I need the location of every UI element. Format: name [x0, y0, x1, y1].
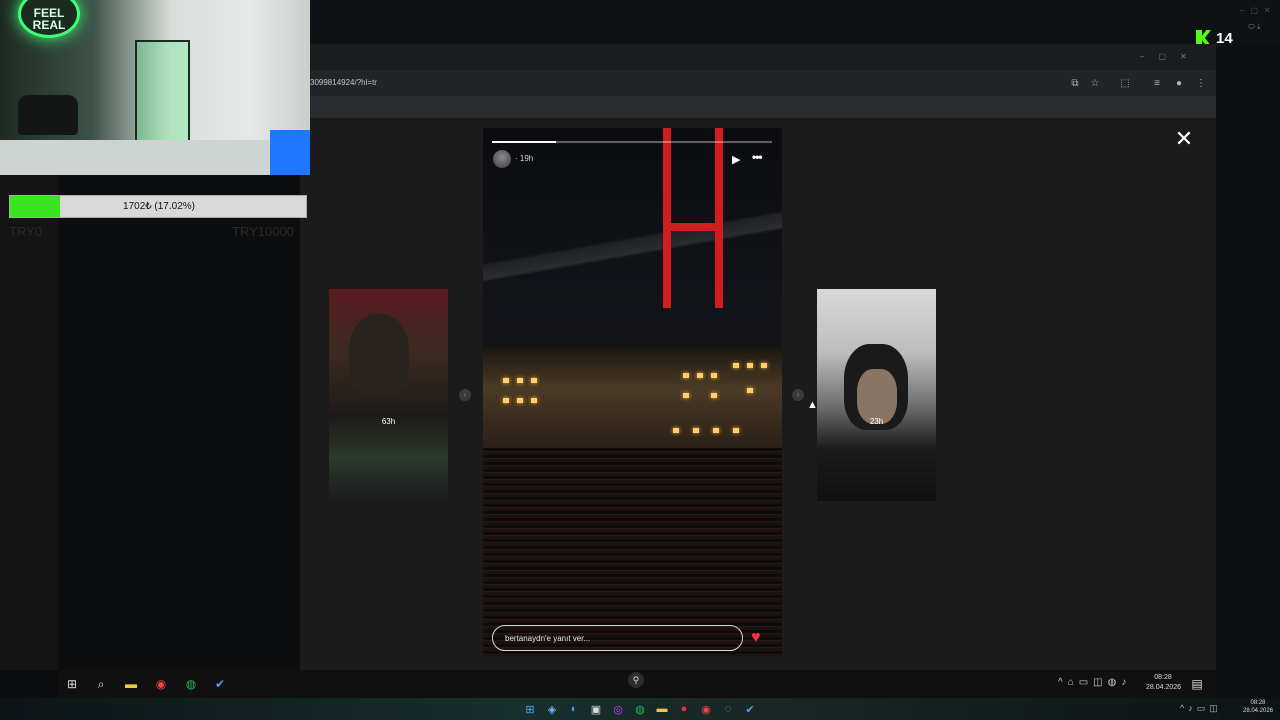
viewer-count: 14	[1216, 29, 1233, 47]
facecam-overlay: FEEL REAL	[0, 0, 310, 175]
story-progress-fill	[492, 141, 557, 143]
host-window-controls[interactable]: –▢✕	[1240, 6, 1277, 15]
left-page-margin	[0, 175, 58, 670]
bridge-deck	[483, 198, 782, 308]
inner-clock: 08:28 28.04.2026	[1146, 674, 1182, 691]
neon-sign: FEEL REAL	[18, 0, 80, 38]
previous-story-arrow-icon[interactable]: ‹	[459, 389, 471, 401]
file-explorer-icon[interactable]: ▬	[122, 675, 140, 693]
media-controls-icon[interactable]: ≡	[1150, 76, 1164, 90]
window-controls[interactable]: –▢✕	[1140, 52, 1201, 61]
previous-story-preview[interactable]: 63h	[329, 289, 448, 501]
search-icon[interactable]: ⌕	[92, 675, 110, 693]
steam-icon[interactable]: ✔	[211, 675, 229, 693]
install-app-icon[interactable]: ⧉	[1068, 76, 1082, 90]
donation-goal-text: 1702₺ (17.02%)	[123, 201, 195, 212]
host-start-icon[interactable]: ⊞	[522, 701, 538, 717]
magnify-icon[interactable]: ⚲	[628, 672, 644, 688]
host-system-tray[interactable]: ^♪▭◫	[1180, 703, 1222, 714]
bookmarks-bar	[300, 96, 1216, 118]
story-photo-person	[349, 314, 409, 394]
bridge-tower	[663, 128, 723, 308]
bookmark-star-icon[interactable]: ☆	[1088, 76, 1102, 90]
host-chrome-icon[interactable]: ◉	[698, 701, 714, 717]
facecam-shelf	[135, 40, 190, 150]
goal-max-label: TRY10000	[232, 224, 294, 239]
host-extension-icons[interactable]: ⬭ ⤓	[1248, 22, 1261, 32]
story-user-avatar[interactable]	[493, 150, 511, 168]
bridge-beam	[663, 223, 723, 231]
story-progress-bar	[492, 141, 772, 143]
goal-min-label: TRY0	[9, 224, 42, 239]
chrome-icon[interactable]: ◉	[152, 675, 170, 693]
story-media[interactable]	[483, 128, 782, 656]
more-icon[interactable]: •••	[752, 150, 768, 164]
facecam-desk	[0, 140, 310, 175]
spotify-icon[interactable]: ◍	[182, 675, 200, 693]
previous-story-time: 63h	[381, 417, 396, 426]
host-store-icon[interactable]: ▣	[588, 701, 604, 717]
system-tray-icons[interactable]: ^⌂▭◫◍♪	[1058, 677, 1131, 688]
story-reply-input[interactable]: bertanaydn'e yanıt ver...	[492, 625, 743, 651]
host-whatsapp-icon[interactable]: ◌	[720, 701, 736, 717]
story-time-ago: · 19h	[515, 154, 534, 163]
stream-right-area	[1216, 44, 1280, 698]
host-steam-icon[interactable]: ✔	[742, 701, 758, 717]
browser-titlebar: –▢✕	[300, 44, 1216, 70]
host-edge-icon[interactable]: ◐	[566, 701, 582, 717]
close-icon[interactable]: ✕	[1174, 128, 1194, 150]
start-button-icon[interactable]: ⊞	[63, 675, 81, 693]
host-app-icon[interactable]: ◎	[610, 701, 626, 717]
host-copilot-icon[interactable]: ◈	[544, 701, 560, 717]
next-story-preview[interactable]: 23h	[817, 289, 936, 501]
host-clock: 08:28 28.04.2026	[1242, 700, 1274, 714]
heart-icon[interactable]: ♥	[751, 629, 769, 647]
next-story-arrow-icon[interactable]: ›	[792, 389, 804, 401]
profile-avatar-icon[interactable]: ●	[1172, 76, 1186, 90]
host-record-icon[interactable]: ●	[676, 701, 692, 717]
host-explorer-icon[interactable]: ▬	[654, 701, 670, 717]
host-spotify-icon[interactable]: ◍	[632, 701, 648, 717]
play-icon[interactable]: ▶	[732, 153, 744, 166]
address-bar-url[interactable]: 3099814924/?hl=tr	[310, 78, 377, 87]
donation-goal-bar: 1702₺ (17.02%)	[9, 195, 307, 218]
notification-icon[interactable]: ▤	[1188, 675, 1206, 693]
extensions-icon[interactable]: ⬚	[1118, 76, 1132, 90]
reply-placeholder: bertanaydn'e yanıt ver...	[505, 633, 591, 643]
facecam-blue-light	[270, 130, 310, 175]
browser-toolbar: ⧉ ☆ ⬚ ≡ ● ⋮	[300, 70, 1216, 96]
facecam-chair	[18, 95, 78, 135]
waterfront-buildings	[483, 348, 782, 448]
browser-menu-icon[interactable]: ⋮	[1194, 76, 1208, 90]
next-story-time: 23h	[869, 417, 884, 426]
story-photo-face	[857, 369, 897, 424]
mouse-cursor-icon: ▲	[807, 399, 818, 411]
